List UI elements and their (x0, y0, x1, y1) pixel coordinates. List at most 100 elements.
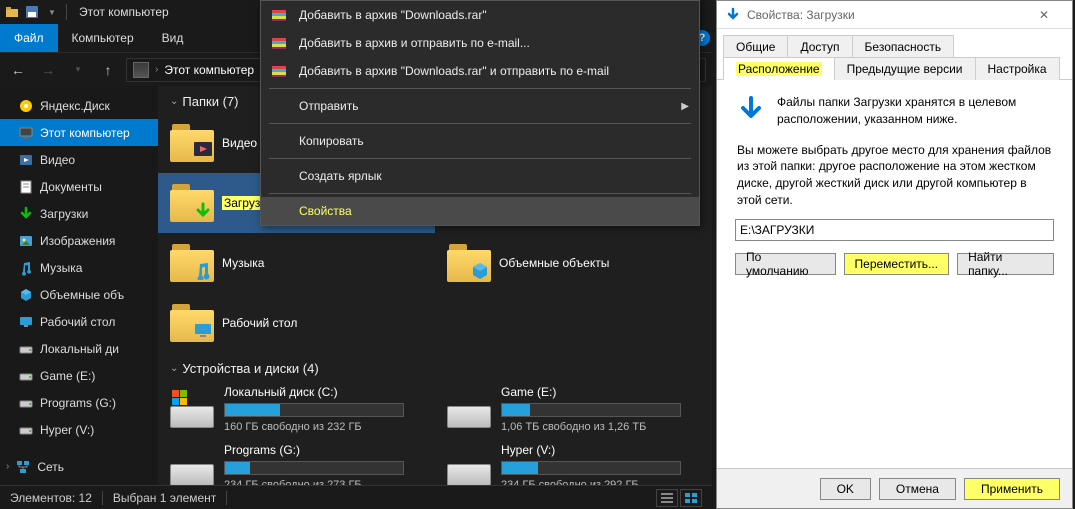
folder-label: Видео (222, 136, 257, 150)
tab-5[interactable]: Настройка (975, 57, 1060, 80)
folder-icon (447, 244, 491, 282)
sidebar-item-network[interactable]: ›Сеть (0, 453, 158, 480)
context-menu-item-1[interactable]: Добавить в архив и отправить по e-mail..… (261, 29, 699, 57)
context-menu-item-10[interactable]: Свойства (261, 197, 699, 225)
nav-back[interactable]: ← (6, 58, 30, 82)
tab-4[interactable]: Предыдущие версии (834, 57, 976, 80)
download-arrow-icon (725, 7, 741, 23)
properties-dialog: Свойства: Загрузки ✕ ОбщиеДоступ Безопасн… (716, 0, 1073, 509)
sidebar-item-label: Видео (40, 153, 75, 167)
nav-forward[interactable]: → (36, 58, 60, 82)
menu-computer[interactable]: Компьютер (58, 24, 148, 52)
rar-icon (269, 5, 289, 25)
sidebar-item-label: Документы (40, 180, 102, 194)
sidebar-item-11[interactable]: Programs (G:) (0, 389, 158, 416)
drive-item-3[interactable]: Hyper (V:)234 ГБ свободно из 292 ГБ (435, 438, 712, 485)
music-icon (194, 262, 212, 280)
music-icon (18, 260, 34, 276)
download-icon (194, 202, 212, 220)
nav-up[interactable]: ↑ (96, 58, 120, 82)
drive-item-0[interactable]: Локальный диск (C:)160 ГБ свободно из 23… (158, 380, 435, 438)
tab-2[interactable]: Безопасность (852, 35, 955, 58)
tab-label: Настройка (988, 62, 1047, 76)
section-drives-header[interactable]: ⌄ Устройства и диски (4) (158, 353, 712, 380)
folder-label: Музыка (222, 256, 264, 270)
context-menu-label: Отправить (299, 99, 359, 113)
doc-icon (18, 179, 34, 195)
properties-title: Свойства: Загрузки (747, 8, 855, 22)
ok-button[interactable]: OK (820, 478, 871, 500)
tab-1[interactable]: Доступ (787, 35, 852, 58)
sidebar-item-1[interactable]: Этот компьютер (0, 119, 158, 146)
context-menu-item-6[interactable]: Копировать (261, 127, 699, 155)
drive-free-text: 234 ГБ свободно из 292 ГБ (501, 479, 700, 485)
menu-file[interactable]: Файл (0, 24, 58, 52)
tab-label: Расположение (736, 62, 822, 76)
context-menu-item-8[interactable]: Создать ярлык (261, 162, 699, 190)
separator (66, 4, 67, 20)
sidebar-item-label: Game (E:) (40, 369, 95, 383)
chevron-right-icon: › (6, 461, 9, 472)
context-menu-label: Свойства (299, 204, 352, 218)
path-input[interactable] (735, 219, 1054, 241)
view-details-button[interactable] (656, 489, 678, 507)
nav-history-dropdown[interactable]: ▾ (66, 58, 90, 82)
download-arrow-icon (735, 94, 767, 126)
menu-view[interactable]: Вид (148, 24, 198, 52)
context-menu-item-2[interactable]: Добавить в архив "Downloads.rar" и отпра… (261, 57, 699, 85)
sidebar-item-10[interactable]: Game (E:) (0, 362, 158, 389)
breadcrumb-label[interactable]: Этот компьютер (164, 63, 254, 77)
default-button[interactable]: По умолчанию (735, 253, 836, 275)
sidebar-item-3[interactable]: Документы (0, 173, 158, 200)
rar-icon (269, 61, 289, 81)
folder-item-4[interactable]: Музыка (158, 233, 435, 293)
move-button[interactable]: Переместить... (844, 253, 950, 275)
cancel-button[interactable]: Отмена (879, 478, 956, 500)
folder-item-6[interactable]: Рабочий стол (158, 293, 435, 353)
sidebar-item-5[interactable]: Изображения (0, 227, 158, 254)
tab-0[interactable]: Общие (723, 35, 788, 58)
tab-label: Безопасность (865, 40, 942, 54)
drive-icon (447, 448, 491, 485)
section-folders-title: Папки (7) (182, 94, 238, 109)
drive-free-text: 1,06 ТБ свободно из 1,26 ТБ (501, 421, 700, 433)
sidebar-item-8[interactable]: Рабочий стол (0, 308, 158, 335)
image-icon (18, 233, 34, 249)
sidebar-item-2[interactable]: Видео (0, 146, 158, 173)
pc-icon (18, 125, 34, 141)
drive-label: Programs (G:) (224, 443, 423, 457)
save-icon[interactable] (24, 4, 40, 20)
desktop-icon (18, 314, 34, 330)
find-folder-button[interactable]: Найти папку... (957, 253, 1054, 275)
separator (269, 158, 691, 159)
folder-icon (170, 184, 214, 222)
sidebar-item-label: Локальный ди (40, 342, 119, 356)
sidebar-item-7[interactable]: Объемные объ (0, 281, 158, 308)
context-menu-item-0[interactable]: Добавить в архив "Downloads.rar" (261, 1, 699, 29)
sidebar-item-4[interactable]: Загрузки (0, 200, 158, 227)
drive-capacity-bar (501, 461, 681, 475)
dropdown-icon[interactable]: ▼ (44, 4, 60, 20)
sidebar-item-6[interactable]: Музыка (0, 254, 158, 281)
drive-icon (447, 390, 491, 428)
status-count: Элементов: 12 (10, 491, 92, 505)
folder-item-5[interactable]: Объемные объекты (435, 233, 712, 293)
status-selected: Выбран 1 элемент (113, 491, 216, 505)
drive-item-1[interactable]: Game (E:)1,06 ТБ свободно из 1,26 ТБ (435, 380, 712, 438)
close-button[interactable]: ✕ (1024, 5, 1064, 25)
context-menu-label: Копировать (299, 134, 364, 148)
sidebar-item-9[interactable]: Локальный ди (0, 335, 158, 362)
context-menu-item-4[interactable]: Отправить▶ (261, 92, 699, 120)
drive-icon (18, 341, 34, 357)
sidebar-item-12[interactable]: Hyper (V:) (0, 416, 158, 443)
separator (269, 88, 691, 89)
chevron-down-icon: ⌄ (170, 96, 178, 107)
view-icons-button[interactable] (680, 489, 702, 507)
drive-item-2[interactable]: Programs (G:)234 ГБ свободно из 273 ГБ (158, 438, 435, 485)
sidebar-item-0[interactable]: Яндекс.Диск (0, 92, 158, 119)
context-menu-label: Добавить в архив "Downloads.rar" (299, 8, 487, 22)
tab-label: Предыдущие версии (847, 62, 963, 76)
apply-button[interactable]: Применить (964, 478, 1060, 500)
info-text-2: Вы можете выбрать другое место для хране… (735, 142, 1054, 209)
tab-3[interactable]: Расположение (723, 57, 835, 80)
